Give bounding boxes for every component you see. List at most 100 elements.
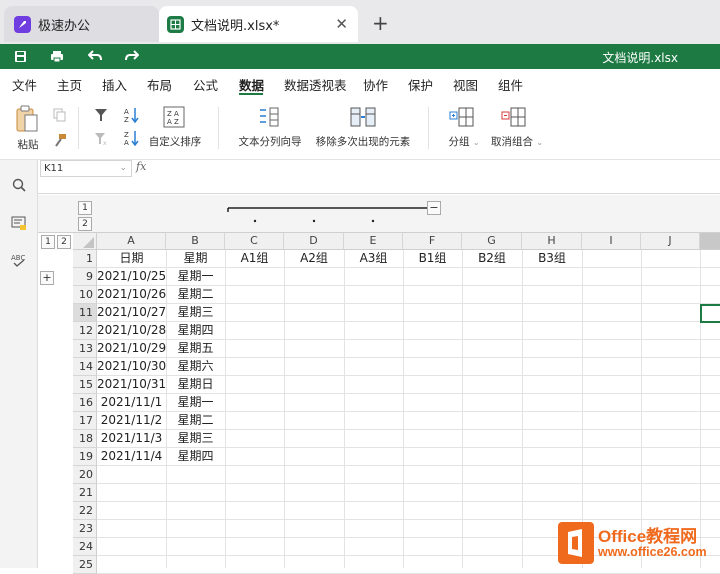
cell-h1[interactable]: B3组 bbox=[522, 250, 582, 268]
cell-b11[interactable]: 星期三 bbox=[166, 304, 225, 322]
row-header[interactable]: 12 bbox=[73, 322, 97, 340]
close-icon[interactable]: ✕ bbox=[335, 15, 348, 33]
column-header-c[interactable]: C bbox=[225, 233, 284, 250]
name-box[interactable]: K11 ⌄ bbox=[40, 160, 132, 177]
cell-a17[interactable]: 2021/11/2 bbox=[97, 412, 166, 430]
col-level-1-button[interactable]: 1 bbox=[41, 235, 55, 249]
custom-sort-label[interactable]: 自定义排序 bbox=[146, 134, 204, 149]
row-header[interactable]: 16 bbox=[73, 394, 97, 412]
expand-group-button[interactable]: + bbox=[40, 271, 54, 285]
text-to-columns-icon[interactable] bbox=[256, 105, 282, 129]
menu-formula[interactable]: 公式 bbox=[193, 75, 218, 94]
cell-d1[interactable]: A2组 bbox=[284, 250, 344, 268]
row-header[interactable]: 15 bbox=[73, 376, 97, 394]
row-header[interactable]: 11 bbox=[73, 304, 97, 322]
sort-ascending-icon[interactable]: AZ bbox=[122, 106, 140, 124]
cell-b18[interactable]: 星期三 bbox=[166, 430, 225, 448]
save-icon[interactable] bbox=[10, 47, 30, 66]
cell-f1[interactable]: B1组 bbox=[403, 250, 462, 268]
format-painter-icon[interactable] bbox=[52, 132, 68, 148]
tab-document[interactable]: 文档说明.xlsx* ✕ bbox=[159, 6, 358, 42]
cell-b17[interactable]: 星期二 bbox=[166, 412, 225, 430]
collapse-group-button[interactable]: − bbox=[427, 201, 441, 215]
text-to-columns-label[interactable]: 文本分列向导 bbox=[234, 134, 306, 149]
cell-b16[interactable]: 星期一 bbox=[166, 394, 225, 412]
column-header-d[interactable]: D bbox=[284, 233, 344, 250]
column-header-b[interactable]: B bbox=[166, 233, 225, 250]
copy-icon[interactable] bbox=[52, 107, 68, 123]
cell-b13[interactable]: 星期五 bbox=[166, 340, 225, 358]
ungroup-icon[interactable] bbox=[500, 105, 528, 129]
remove-duplicates-label[interactable]: 移除多次出现的元素 bbox=[310, 134, 416, 149]
cell-a11[interactable]: 2021/10/27 bbox=[97, 304, 166, 322]
print-icon[interactable] bbox=[47, 47, 67, 66]
column-header-g[interactable]: G bbox=[462, 233, 522, 250]
cell-a15[interactable]: 2021/10/31 bbox=[97, 376, 166, 394]
cell-e1[interactable]: A3组 bbox=[344, 250, 403, 268]
cell-a19[interactable]: 2021/11/4 bbox=[97, 448, 166, 466]
row-header[interactable]: 20 bbox=[73, 466, 97, 484]
column-header-i[interactable]: I bbox=[582, 233, 641, 250]
column-header-a[interactable]: A bbox=[97, 233, 166, 250]
cell-a9[interactable]: 2021/10/25 bbox=[97, 268, 166, 286]
menu-components[interactable]: 组件 bbox=[498, 75, 523, 94]
menu-insert[interactable]: 插入 bbox=[102, 75, 127, 94]
cell-b12[interactable]: 星期四 bbox=[166, 322, 225, 340]
cell-a18[interactable]: 2021/11/3 bbox=[97, 430, 166, 448]
cell-b14[interactable]: 星期六 bbox=[166, 358, 225, 376]
redo-icon[interactable] bbox=[122, 47, 142, 66]
selected-cell-k11[interactable] bbox=[700, 304, 720, 323]
search-icon[interactable] bbox=[9, 178, 29, 198]
col-level-2-button[interactable]: 2 bbox=[57, 235, 71, 249]
menu-collaborate[interactable]: 协作 bbox=[363, 75, 388, 94]
row-header[interactable]: 23 bbox=[73, 520, 97, 538]
cell-a1[interactable]: 日期 bbox=[97, 250, 166, 268]
row-header[interactable]: 9 bbox=[73, 268, 97, 286]
select-all-corner[interactable] bbox=[73, 233, 97, 250]
cell-a12[interactable]: 2021/10/28 bbox=[97, 322, 166, 340]
cell-b1[interactable]: 星期 bbox=[166, 250, 225, 268]
row-header[interactable]: 21 bbox=[73, 484, 97, 502]
undo-icon[interactable] bbox=[85, 47, 105, 66]
column-header-k[interactable] bbox=[700, 233, 720, 250]
cell-b15[interactable]: 星期日 bbox=[166, 376, 225, 394]
comment-icon[interactable] bbox=[9, 215, 29, 235]
cell-g1[interactable]: B2组 bbox=[462, 250, 522, 268]
cell-a13[interactable]: 2021/10/29 bbox=[97, 340, 166, 358]
row-header[interactable]: 13 bbox=[73, 340, 97, 358]
filter-icon[interactable] bbox=[92, 107, 110, 123]
menu-layout[interactable]: 布局 bbox=[147, 75, 172, 94]
menu-data[interactable]: 数据 bbox=[239, 75, 264, 94]
cell-c1[interactable]: A1组 bbox=[225, 250, 284, 268]
cell-a16[interactable]: 2021/11/1 bbox=[97, 394, 166, 412]
column-header-h[interactable]: H bbox=[522, 233, 582, 250]
cell-a14[interactable]: 2021/10/30 bbox=[97, 358, 166, 376]
column-header-f[interactable]: F bbox=[403, 233, 462, 250]
row-header[interactable]: 18 bbox=[73, 430, 97, 448]
spellcheck-icon[interactable]: ABC bbox=[9, 252, 29, 272]
column-header-e[interactable]: E bbox=[344, 233, 403, 250]
row-header[interactable]: 1 bbox=[73, 250, 97, 268]
menu-pivot-table[interactable]: 数据透视表 bbox=[284, 75, 347, 94]
clear-filter-icon[interactable]: x bbox=[92, 131, 110, 147]
row-header[interactable]: 14 bbox=[73, 358, 97, 376]
group-label[interactable]: 分组 ⌄ bbox=[444, 134, 484, 149]
menu-protect[interactable]: 保护 bbox=[408, 75, 433, 94]
menu-file[interactable]: 文件 bbox=[12, 75, 37, 94]
new-tab-button[interactable]: + bbox=[372, 11, 389, 35]
row-header[interactable]: 10 bbox=[73, 286, 97, 304]
cell-b19[interactable]: 星期四 bbox=[166, 448, 225, 466]
cell-a10[interactable]: 2021/10/26 bbox=[97, 286, 166, 304]
row-header[interactable]: 19 bbox=[73, 448, 97, 466]
group-icon[interactable] bbox=[448, 105, 476, 129]
custom-sort-icon[interactable]: Z AA Z bbox=[162, 105, 186, 129]
menu-home[interactable]: 主页 bbox=[57, 75, 82, 94]
row-header[interactable]: 17 bbox=[73, 412, 97, 430]
row-header[interactable]: 25 bbox=[73, 556, 97, 574]
cell-b9[interactable]: 星期一 bbox=[166, 268, 225, 286]
remove-duplicates-icon[interactable] bbox=[348, 105, 378, 129]
function-icon[interactable]: fx bbox=[136, 160, 152, 177]
cell-b10[interactable]: 星期二 bbox=[166, 286, 225, 304]
row-header[interactable]: 24 bbox=[73, 538, 97, 556]
sort-descending-icon[interactable]: ZA bbox=[122, 129, 140, 147]
